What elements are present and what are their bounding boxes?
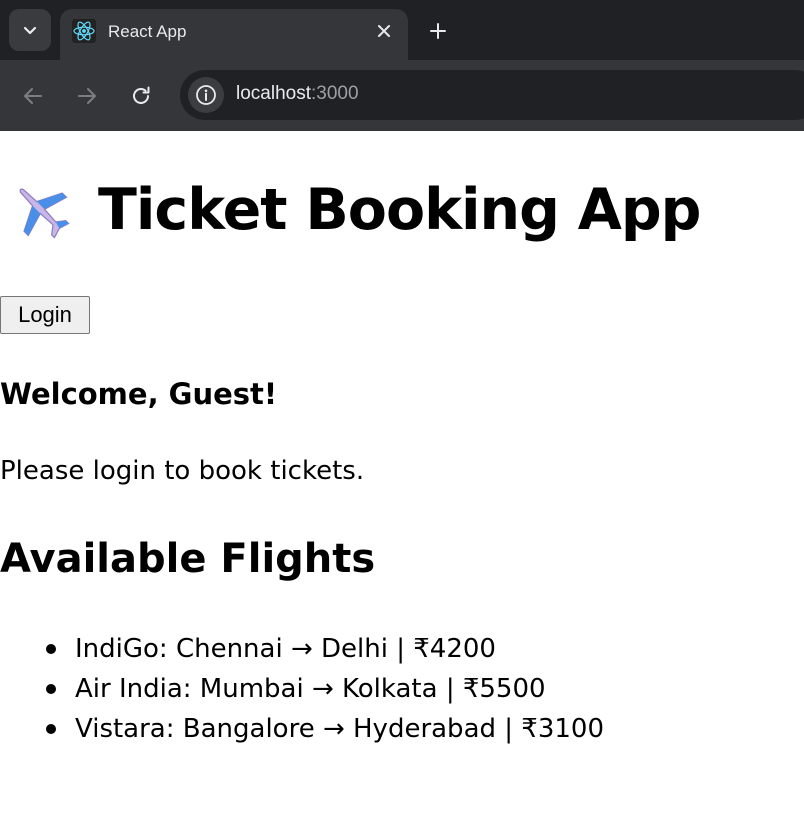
url-text[interactable]: localhost:3000 [236, 83, 359, 105]
react-logo-icon [72, 19, 96, 43]
url-port: :3000 [311, 83, 359, 104]
page-title-text: Ticket Booking App [98, 177, 701, 243]
plus-icon [430, 23, 446, 39]
arrow-left-icon [24, 88, 42, 104]
arrow-right-icon [78, 88, 96, 104]
page-title: Ticket Booking App [8, 177, 701, 243]
list-item: Air India: Mumbai → Kolkata | ₹5500 [0, 669, 604, 709]
flight-list: IndiGo: Chennai → Delhi | ₹4200 Air Indi… [0, 629, 604, 749]
list-item: IndiGo: Chennai → Delhi | ₹4200 [0, 629, 604, 669]
info-icon [196, 85, 216, 105]
new-tab-button[interactable] [424, 17, 452, 45]
browser-toolbar: localhost:3000 [0, 60, 804, 131]
address-bar[interactable]: localhost:3000 [180, 70, 804, 120]
page-content: Ticket Booking App Login Welcome, Guest!… [0, 131, 804, 831]
reload-button[interactable] [127, 82, 155, 110]
browser-tab-strip: React App [0, 0, 804, 60]
bullet-icon [46, 724, 56, 734]
flight-text: IndiGo: Chennai → Delhi | ₹4200 [75, 634, 496, 664]
tab-close-button[interactable] [374, 21, 394, 41]
forward-button[interactable] [73, 82, 101, 110]
list-item: Vistara: Bangalore → Hyderabad | ₹3100 [0, 709, 604, 749]
flights-heading: Available Flights [0, 536, 376, 582]
url-host: localhost [236, 83, 311, 104]
bullet-icon [46, 684, 56, 694]
reload-icon [133, 86, 150, 104]
welcome-heading: Welcome, Guest! [0, 377, 278, 411]
tab-title: React App [108, 22, 187, 41]
login-button[interactable]: Login [0, 296, 90, 334]
airplane-icon [19, 188, 70, 239]
back-button[interactable] [19, 82, 47, 110]
chevron-down-icon [23, 26, 37, 35]
close-icon [378, 25, 390, 37]
login-prompt: Please login to book tickets. [0, 456, 365, 486]
site-info-button[interactable] [188, 77, 224, 113]
bullet-icon [46, 644, 56, 654]
flight-text: Vistara: Bangalore → Hyderabad | ₹3100 [75, 714, 605, 744]
tab-search-button[interactable] [9, 9, 51, 51]
browser-tab[interactable]: React App [60, 9, 408, 60]
flight-text: Air India: Mumbai → Kolkata | ₹5500 [75, 674, 546, 704]
